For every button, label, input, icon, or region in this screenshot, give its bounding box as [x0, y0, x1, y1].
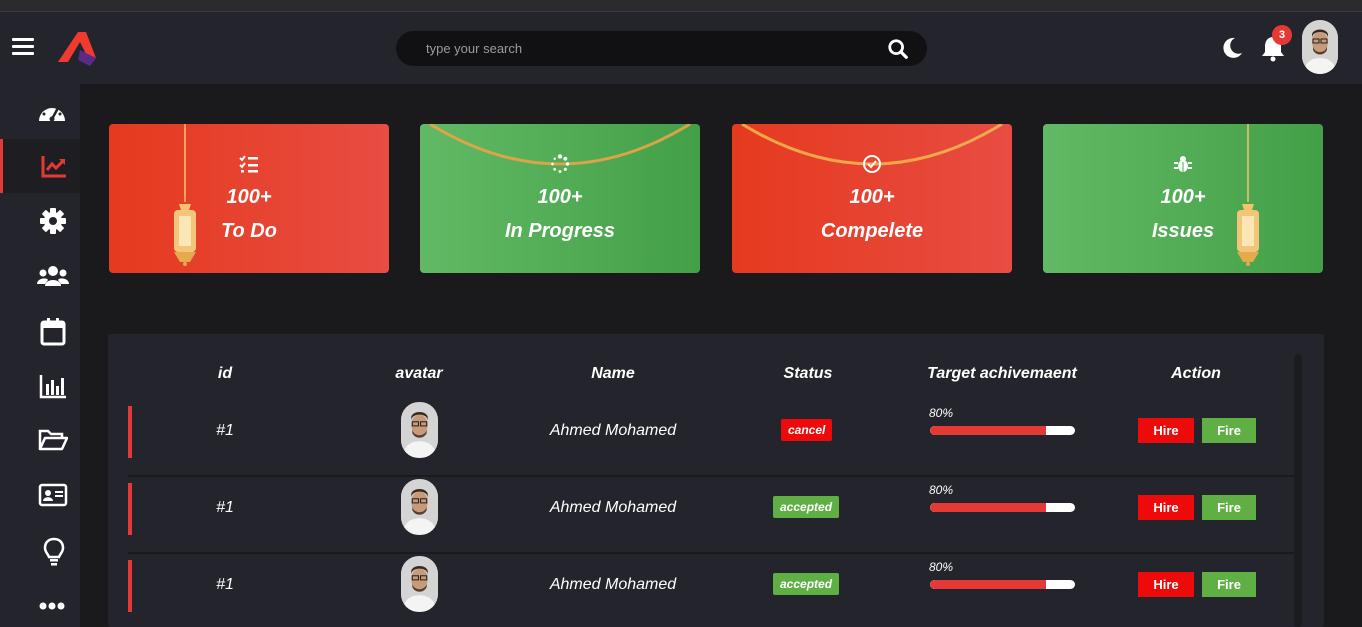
row-name: Ahmed Mohamed: [549, 576, 677, 593]
dashboard-icon: [39, 103, 65, 122]
card-label: Issues: [1151, 220, 1215, 242]
sidebar-item-users[interactable]: [0, 249, 80, 303]
target-progress-bar: [930, 580, 1075, 589]
folder-open-icon: [38, 429, 68, 451]
card-todo[interactable]: 100+ To Do: [109, 124, 389, 273]
bug-icon: [1174, 156, 1192, 172]
status-badge: cancel: [781, 419, 833, 441]
target-percent: 80%: [929, 483, 954, 497]
header-target: Target achivemaent: [927, 365, 1077, 382]
id-card-icon: [38, 483, 68, 507]
card-count: 100+: [849, 186, 895, 208]
sidebar-item-files[interactable]: [0, 414, 80, 468]
sidebar-item-dashboard[interactable]: [0, 84, 80, 138]
row-avatar: [401, 479, 438, 535]
row-marker: [128, 406, 132, 458]
row-id: #1: [216, 499, 234, 516]
progress-fill: [930, 580, 1046, 589]
fire-button[interactable]: Fire: [1202, 495, 1256, 520]
search-bar: [396, 31, 927, 66]
card-label: To Do: [221, 220, 277, 242]
lightbulb-icon: [43, 537, 65, 566]
sidebar-item-more[interactable]: [0, 579, 80, 627]
top-header: 3: [0, 12, 1362, 84]
sidebar-item-analytics[interactable]: [0, 139, 80, 193]
target-percent: 80%: [929, 406, 954, 420]
card-label: In Progress: [504, 220, 616, 242]
user-avatar[interactable]: [1302, 20, 1338, 74]
hire-button[interactable]: Hire: [1138, 572, 1194, 597]
hire-button[interactable]: Hire: [1138, 495, 1194, 520]
row-marker: [128, 483, 132, 535]
menu-icon[interactable]: [12, 38, 34, 56]
target-percent: 80%: [929, 560, 954, 574]
spinner-icon: [551, 154, 570, 173]
card-complete[interactable]: 100+ Compelete: [732, 124, 1012, 273]
users-icon: [37, 266, 69, 286]
sidebar-item-contacts[interactable]: [0, 469, 80, 523]
row-avatar: [401, 402, 438, 458]
header-status: Status: [783, 365, 833, 382]
header-action: Action: [1171, 365, 1221, 382]
sidebar-item-calendar[interactable]: [0, 304, 80, 358]
target-progress-bar: [930, 426, 1075, 435]
fire-button[interactable]: Fire: [1202, 572, 1256, 597]
card-in-progress[interactable]: 100+ In Progress: [420, 124, 700, 273]
header-avatar: avatar: [395, 365, 443, 382]
app-logo[interactable]: [56, 28, 98, 70]
browser-strip: [0, 0, 1362, 12]
row-id: #1: [216, 576, 234, 593]
gear-icon: [40, 208, 66, 234]
sidebar-item-settings[interactable]: [0, 194, 80, 248]
target-progress-bar: [930, 503, 1075, 512]
card-count: 100+: [226, 186, 272, 208]
card-count: 100+: [537, 186, 583, 208]
header-id: id: [217, 365, 233, 382]
row-id: #1: [216, 422, 234, 439]
status-badge: accepted: [773, 573, 840, 595]
check-circle-icon: [863, 155, 881, 173]
card-issues[interactable]: 100+ Issues: [1043, 124, 1323, 273]
status-badge: accepted: [773, 496, 840, 518]
calendar-icon: [40, 318, 66, 346]
notification-badge: 3: [1272, 25, 1292, 45]
row-marker: [128, 560, 132, 612]
row-avatar: [401, 556, 438, 612]
search-icon[interactable]: [887, 38, 909, 60]
checklist-icon: [239, 155, 258, 173]
more-icon: [39, 602, 65, 610]
table-row: #1 Ahmed Mohamed accepted 80% Hire Fire: [128, 554, 1294, 627]
sidebar-item-reports[interactable]: [0, 359, 80, 413]
progress-fill: [930, 503, 1046, 512]
header-name: Name: [591, 365, 635, 382]
sidebar: [0, 84, 80, 627]
fire-button[interactable]: Fire: [1202, 418, 1256, 443]
sidebar-item-ideas[interactable]: [0, 524, 80, 578]
table-scrollbar[interactable]: [1294, 354, 1302, 627]
table-row: #1 Ahmed Mohamed cancel 80% Hire Fire: [128, 400, 1294, 477]
hire-button[interactable]: Hire: [1138, 418, 1194, 443]
table-row: #1 Ahmed Mohamed accepted 80% Hire Fire: [128, 477, 1294, 554]
moon-icon[interactable]: [1220, 36, 1244, 60]
progress-fill: [930, 426, 1046, 435]
row-name: Ahmed Mohamed: [549, 499, 677, 516]
card-count: 100+: [1160, 186, 1206, 208]
card-label: Compelete: [820, 220, 924, 242]
bar-chart-icon: [39, 375, 66, 399]
row-name: Ahmed Mohamed: [549, 422, 677, 439]
chart-line-icon: [41, 156, 66, 178]
search-input[interactable]: [426, 31, 866, 66]
